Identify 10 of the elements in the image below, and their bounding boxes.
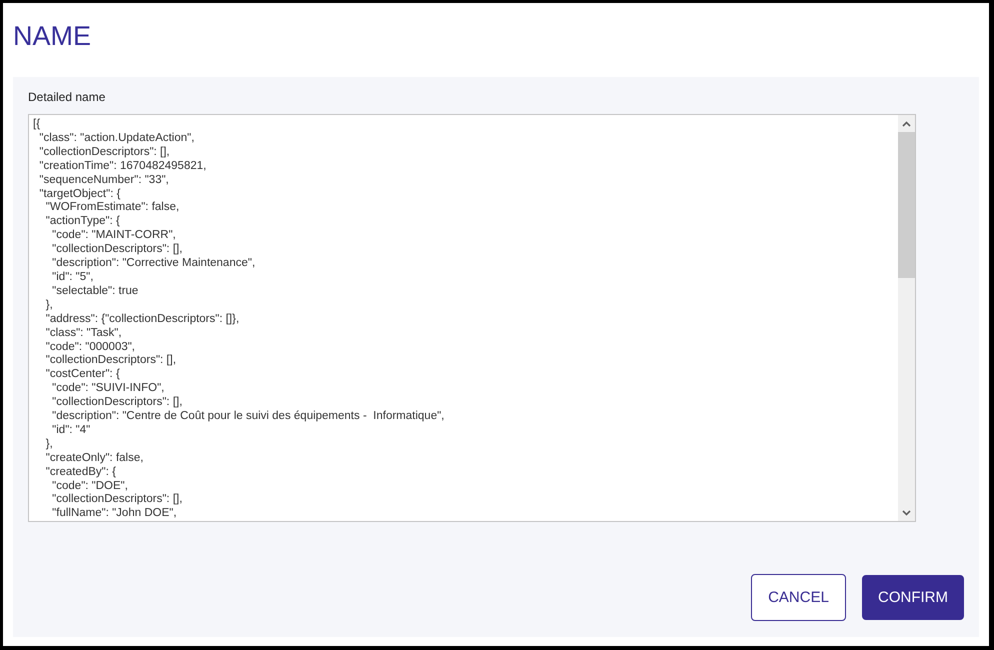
chevron-up-icon[interactable] [902,121,911,127]
confirm-button[interactable]: CONFIRM [862,575,964,620]
dialog-title: NAME [13,20,92,53]
scrollbar[interactable] [898,115,915,521]
chevron-down-icon[interactable] [902,510,911,516]
text-area-field[interactable] [28,114,916,522]
cancel-button[interactable]: CANCEL [751,574,846,621]
json-text: [{ "class": "action.UpdateAction", "collectionDescriptors": [], "creationTime": 1670482495821, "sequenceNumber": "33", "targetObject": { "WOFromEstimate": false, "actionType": { "code": "MAINT-CORR", "collectionDescriptors": [], "description": "Corrective Maintenance", "id": "5", "selectable": true }, "address": {"collectionDescriptors": []}, "class": "Task", "code": "000003", "collectionDescriptors": [], "costCenter": { "code": "SUIVI-INFO", "collectionDescriptors": [], "description": "Centre de Coût pour le suivi des équipements - Informatique", "id": "4" }, "createOnly": false, "createdBy": { "code": "DOE", "collectionDescriptors": [], "fullName": "John DOE", [33,118,444,521]
field-label: Detailed name [28,90,106,104]
scrollbar-thumb[interactable] [898,132,915,278]
